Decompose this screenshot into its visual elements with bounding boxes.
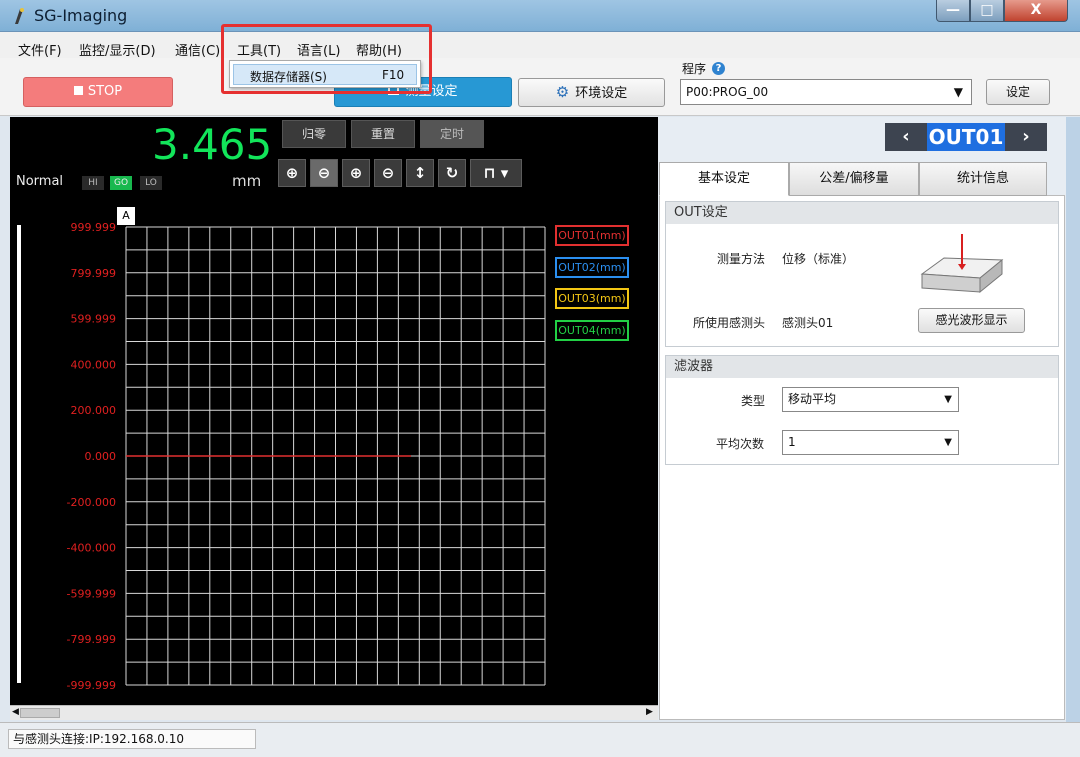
window-title: SG-Imaging xyxy=(34,6,128,25)
minimize-button[interactable]: — xyxy=(936,0,970,22)
stop-label: STOP xyxy=(87,84,123,99)
legend-out03[interactable]: OUT03(mm) xyxy=(555,288,629,309)
mode-label: Normal xyxy=(16,174,64,189)
out-name-label: OUT01 xyxy=(927,123,1005,151)
y-tick-label: 200.000 xyxy=(71,404,117,417)
title-bar xyxy=(0,0,1080,32)
judge-go: GO xyxy=(110,176,132,190)
method-value: 位移（标准） xyxy=(782,252,855,266)
help-icon[interactable]: ? xyxy=(712,62,725,75)
out-settings-title: OUT设定 xyxy=(666,202,1058,224)
legend-out01[interactable]: OUT01(mm) xyxy=(555,225,629,246)
close-button[interactable]: X xyxy=(1004,0,1068,22)
status-connection-text: 与感测头连接:IP:192.168.0.10 xyxy=(8,729,256,749)
trigger-dropdown-icon[interactable]: ⊓ ▾ xyxy=(470,159,522,187)
y-tick-label: -400.000 xyxy=(67,542,116,555)
out-prev-button[interactable]: ‹ xyxy=(885,123,927,151)
refresh-icon[interactable]: ↻ xyxy=(438,159,466,187)
gear-icon: ⚙ xyxy=(555,83,570,101)
program-select[interactable]: P00:PROG_00 ▼ xyxy=(680,79,972,105)
chevron-down-icon: ▼ xyxy=(953,85,963,99)
filter-type-value: 移动平均 xyxy=(788,392,837,406)
legend-out04[interactable]: OUT04(mm) xyxy=(555,320,629,341)
y-tick-label: 0.000 xyxy=(85,450,117,463)
program-set-button[interactable]: 设定 xyxy=(986,79,1050,105)
measurement-value: 3.465 xyxy=(152,120,273,169)
horizontal-scrollbar[interactable]: ◀ ▶ xyxy=(10,705,658,720)
tab-statistics[interactable]: 统计信息 xyxy=(919,162,1047,196)
judge-hi: HI xyxy=(82,176,104,190)
sensor-label: 所使用感测头 xyxy=(693,316,766,330)
environment-settings-button[interactable]: ⚙ 环境设定 xyxy=(518,78,665,107)
cursor-marker-a[interactable]: A xyxy=(117,207,135,225)
program-value: P00:PROG_00 xyxy=(686,85,769,99)
y-tick-label: 799.999 xyxy=(71,267,117,280)
zero-button[interactable]: 归零 xyxy=(282,120,346,148)
out-next-button[interactable]: › xyxy=(1005,123,1047,151)
sensor-diagram-icon xyxy=(920,234,1004,294)
stop-button[interactable]: STOP xyxy=(23,77,173,107)
window-border xyxy=(1066,117,1080,722)
vertical-fit-icon[interactable]: ↕ xyxy=(406,159,434,187)
menu-bar xyxy=(0,32,1080,58)
y-tick-label: 999.999 xyxy=(71,221,117,234)
y-tick-label: -200.000 xyxy=(67,496,116,509)
average-count-value: 1 xyxy=(788,435,796,449)
legend-out02[interactable]: OUT02(mm) xyxy=(555,257,629,278)
menu-communication[interactable]: 通信(C) xyxy=(175,40,220,59)
environment-settings-label: 环境设定 xyxy=(575,86,628,101)
wave-display-button[interactable]: 感光波形显示 xyxy=(918,308,1025,333)
chevron-down-icon: ▼ xyxy=(944,437,952,448)
scroll-thumb[interactable] xyxy=(20,708,60,718)
sensor-value: 感测头01 xyxy=(782,316,834,330)
scroll-right-icon[interactable]: ▶ xyxy=(646,707,653,717)
filter-title: 滤波器 xyxy=(666,356,1058,378)
program-label: 程序 xyxy=(682,62,707,76)
zoom-in-icon[interactable]: ⊕ xyxy=(278,159,306,187)
chevron-down-icon: ▼ xyxy=(944,394,952,405)
judge-lo: LO xyxy=(140,176,162,190)
y-tick-label: -799.999 xyxy=(67,633,116,646)
tab-tolerance-offset[interactable]: 公差/偏移量 xyxy=(789,162,919,196)
zoom-out-horizontal-icon[interactable]: ⊖ xyxy=(374,159,402,187)
timer-button[interactable]: 定时 xyxy=(420,120,484,148)
maximize-button[interactable]: □ xyxy=(970,0,1004,22)
zoom-in-horizontal-icon[interactable]: ⊕ xyxy=(342,159,370,187)
y-tick-label: -999.999 xyxy=(67,679,116,692)
method-label: 测量方法 xyxy=(717,252,766,266)
filter-type-label: 类型 xyxy=(741,394,766,408)
stop-square-icon xyxy=(73,86,83,95)
average-count-select[interactable]: 1 ▼ xyxy=(782,430,959,455)
scroll-left-icon[interactable]: ◀ xyxy=(12,707,19,717)
y-tick-label: 400.000 xyxy=(71,358,117,371)
app-logo-icon xyxy=(15,8,24,24)
measurement-unit: mm xyxy=(232,172,262,190)
tab-basic-settings[interactable]: 基本设定 xyxy=(659,162,789,196)
y-tick-label: 599.999 xyxy=(71,313,117,326)
menu-monitor-display[interactable]: 监控/显示(D) xyxy=(79,40,156,59)
y-tick-label: -599.999 xyxy=(67,587,116,600)
average-count-label: 平均次数 xyxy=(716,437,765,451)
menu-file[interactable]: 文件(F) xyxy=(18,40,62,59)
highlight-box xyxy=(221,24,432,94)
reset-button[interactable]: 重置 xyxy=(351,120,415,148)
filter-type-select[interactable]: 移动平均 ▼ xyxy=(782,387,959,412)
zoom-out-icon[interactable]: ⊖ xyxy=(310,159,338,187)
y-scroll-bar[interactable] xyxy=(17,225,21,683)
